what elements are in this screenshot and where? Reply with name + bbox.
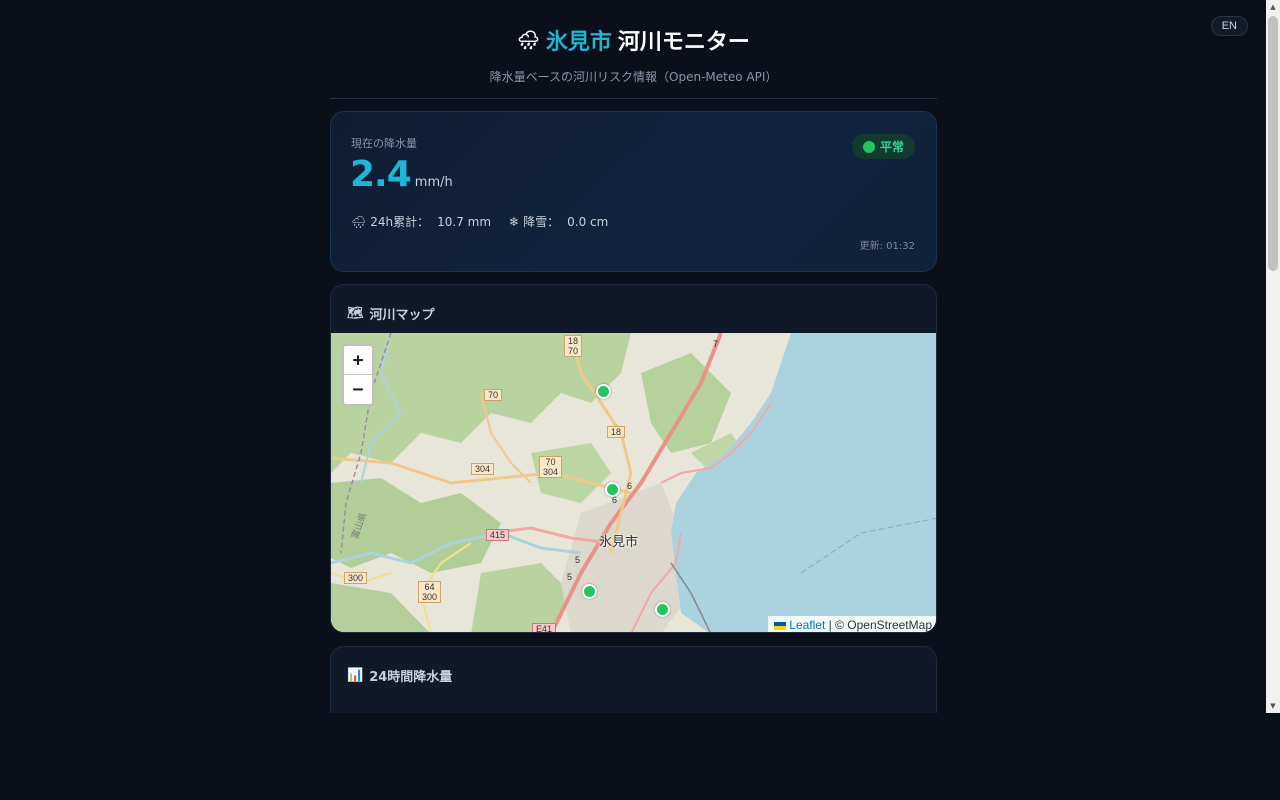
map-city-label: 氷見市 [599, 534, 639, 549]
rain-value: 2.4 mm/h [350, 154, 453, 195]
scrollbar-thumb[interactable] [1268, 16, 1278, 271]
leaflet-link[interactable]: Leaflet [789, 618, 825, 632]
rain-unit: mm/h [414, 175, 453, 190]
snowflake-icon: ❄ [509, 214, 520, 229]
zoom-control: + − [342, 344, 374, 406]
status-text: 平常 [879, 140, 904, 154]
ukraine-flag-icon [774, 621, 787, 630]
scroll-up-arrow-icon[interactable]: ▲ [1266, 0, 1280, 14]
vertical-scrollbar[interactable]: ▲ ▼ [1266, 0, 1280, 713]
rain-chart-card: 📊 24時間降水量 [330, 646, 937, 713]
river-marker-2[interactable] [605, 482, 620, 497]
river-marker-3[interactable] [582, 584, 597, 599]
chart-card-title: 📊 24時間降水量 [347, 666, 452, 685]
osm-attribution: | © OpenStreetMap [825, 618, 932, 632]
map-card-title: 🗺 河川マップ [347, 304, 435, 323]
stat-24h: 🌧 24h累計： 10.7 mm [351, 213, 491, 230]
page-title: 🌧 氷見市 河川モニター [330, 24, 937, 56]
river-marker-1[interactable] [596, 384, 611, 399]
page-viewport: EN 🌧 氷見市 河川モニター 降水量ベースの河川リスク情報（Open-Mete… [0, 0, 1266, 713]
rain-label: 現在の降水量 [351, 137, 417, 150]
bar-chart-icon: 📊 [347, 668, 364, 683]
route-shield-18: 18 [607, 426, 626, 438]
title-rest: 河川モニター [617, 30, 750, 55]
route-shield-70: 70 [484, 389, 503, 401]
scroll-down-arrow-icon[interactable]: ▼ [1266, 699, 1280, 713]
route-label-7: 7 [713, 339, 719, 349]
map-title-text: 河川マップ [369, 308, 435, 323]
title-city: 氷見市 [545, 30, 612, 55]
stat-24h-value: 10.7 mm [437, 214, 492, 229]
route-label-5b: 5 [567, 572, 573, 582]
route-shield-300: 300 [344, 572, 368, 584]
route-shield-304: 304 [471, 463, 495, 475]
zoom-out-button[interactable]: − [344, 375, 372, 404]
rain-number: 2.4 [350, 154, 412, 195]
route-shield-18-70: 18 70 [564, 335, 583, 357]
page-subtitle: 降水量ベースの河川リスク情報（Open-Meteo API） [489, 70, 778, 84]
map-attribution: Leaflet | © OpenStreetMap [768, 616, 936, 632]
language-toggle-button[interactable]: EN [1210, 16, 1248, 36]
rain-cloud-icon: 🌧 [517, 29, 540, 51]
map-icon: 🗺 [347, 306, 364, 321]
chart-title-text: 24時間降水量 [369, 670, 453, 685]
route-shield-415: 415 [486, 529, 510, 541]
updated-time: 更新: 01:32 [859, 241, 915, 252]
route-label-6a: 6 [627, 481, 633, 491]
route-shield-e41: E41 [532, 623, 557, 632]
rain-stats: 🌧 24h累計： 10.7 mm ❄ 降雪： 0.0 cm [351, 213, 608, 230]
current-rain-card: 現在の降水量 2.4 mm/h 平常 🌧 24h累計： 10.7 mm ❄ 降雪… [330, 111, 937, 272]
route-shield-70-304: 70 304 [539, 456, 563, 478]
stat-24h-label: 24h累計： [370, 215, 430, 229]
status-dot-icon [862, 140, 875, 153]
stat-snow: ❄ 降雪： 0.0 cm [509, 213, 608, 230]
page-header: 🌧 氷見市 河川モニター 降水量ベースの河川リスク情報（Open-Meteo A… [330, 24, 937, 85]
river-marker-4[interactable] [655, 602, 670, 617]
header-divider [330, 98, 937, 99]
status-badge: 平常 [851, 134, 915, 159]
map-area[interactable]: + − 氷見市 富山県 18 70 70 18 304 70 304 415 3… [331, 333, 936, 632]
river-map-card: 🗺 河川マップ + − 氷見市 富山県 18 70 70 18 304 70 3… [330, 284, 937, 633]
route-label-5a: 5 [575, 555, 581, 565]
stat-snow-label: 降雪： [523, 215, 560, 229]
zoom-in-button[interactable]: + [344, 346, 372, 375]
rain-cloud-small-icon: 🌧 [351, 214, 367, 229]
route-shield-64-300: 64 300 [418, 581, 442, 603]
stat-snow-value: 0.0 cm [567, 214, 609, 229]
